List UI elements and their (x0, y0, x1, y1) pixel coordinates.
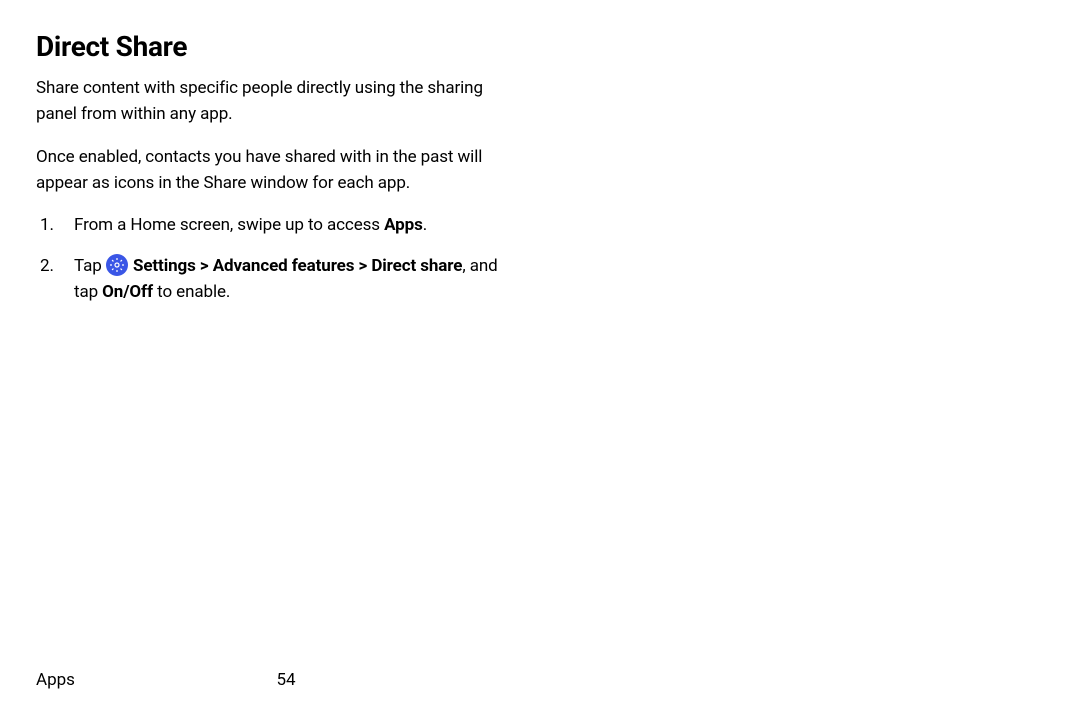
breadcrumb-arrow-1: > (196, 256, 213, 276)
step-2-tap: Tap (74, 256, 106, 276)
step-2-end: to enable. (153, 282, 230, 302)
step-1-text-prefix: From a Home screen, swipe up to access (74, 215, 384, 235)
settings-icon (106, 254, 128, 276)
steps-list: From a Home screen, swipe up to access A… (36, 212, 516, 305)
breadcrumb-arrow-2: > (354, 256, 371, 276)
footer-section-label: Apps (36, 670, 75, 690)
step-1: From a Home screen, swipe up to access A… (36, 212, 516, 238)
step-2-settings: Settings (133, 256, 196, 276)
step-1-apps-label: Apps (384, 215, 423, 235)
step-2-onoff: On/Off (102, 282, 153, 302)
step-2: Tap Settings > Advanced features > Direc… (36, 253, 516, 306)
step-2-direct-share: Direct share (371, 256, 462, 276)
page-number: 54 (276, 670, 295, 690)
step-2-advanced-features: Advanced features (213, 256, 355, 276)
page-footer: Apps 54 (36, 670, 536, 690)
step-1-text-suffix: . (423, 215, 427, 235)
document-content: Direct Share Share content with specific… (36, 30, 516, 305)
intro-paragraph-1: Share content with specific people direc… (36, 75, 516, 128)
page-title: Direct Share (36, 30, 516, 63)
intro-paragraph-2: Once enabled, contacts you have shared w… (36, 144, 516, 197)
